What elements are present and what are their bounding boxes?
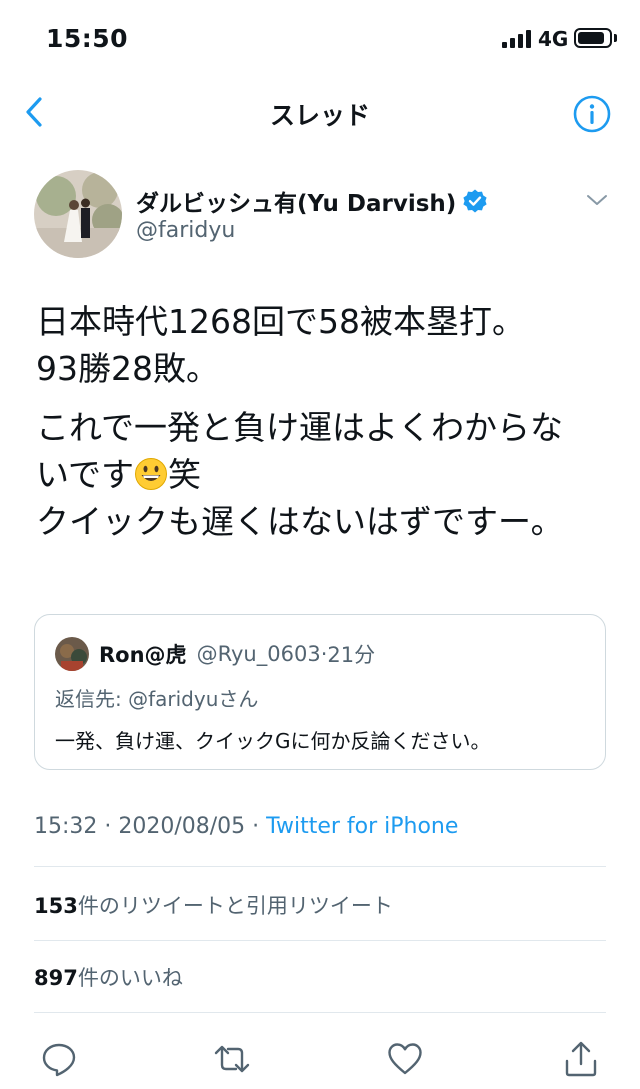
tweet-line: 93勝28敗。: [36, 349, 219, 388]
tweet-meta: 15:32 · 2020/08/05 · Twitter for iPhone: [34, 814, 458, 839]
name-row: ダルビッシュ有(Yu Darvish): [136, 184, 488, 218]
nav-title: スレッド: [269, 101, 370, 130]
tweet-line: いです: [36, 455, 135, 494]
divider: [34, 1012, 606, 1013]
chevron-down-icon[interactable]: [584, 190, 610, 210]
tweet-line: 日本時代1268回で58被本塁打。: [36, 302, 525, 341]
signal-strength-icon: [502, 30, 531, 48]
grinning-face-emoji-icon: [135, 458, 168, 490]
retweets-stat[interactable]: 153件のリツイートと引用リツイート: [34, 890, 393, 920]
nav-bar: スレッド: [0, 80, 640, 144]
quoted-handle: @Ryu_0603: [196, 642, 321, 666]
quoted-time: 21分: [327, 643, 376, 667]
likes-label: 件のいいね: [77, 966, 183, 990]
network-type: 4G: [538, 27, 569, 51]
handle[interactable]: @faridyu: [136, 218, 235, 243]
tweet-paragraph-1: 日本時代1268回で58被本塁打。 93勝28敗。: [36, 298, 606, 392]
tweet-header: ダルビッシュ有(Yu Darvish) @faridyu: [34, 168, 614, 264]
status-bar: 15:50 4G: [0, 0, 640, 80]
info-icon[interactable]: [572, 94, 612, 134]
divider: [34, 940, 606, 941]
status-time: 15:50: [46, 24, 129, 53]
quoted-tweet-card[interactable]: Ron@虎 @Ryu_0603 · 21分 返信先: @faridyuさん 一発…: [34, 614, 606, 770]
tweet-line: クイックも遅くはないはずですー。: [36, 502, 564, 541]
share-icon[interactable]: [562, 1040, 600, 1078]
tweet-line: 笑: [168, 455, 202, 494]
retweets-label: 件のリツイートと引用リツイート: [77, 894, 393, 918]
reply-icon[interactable]: [40, 1040, 78, 1078]
quoted-text: 一発、負け運、クイックGに何か反論ください。: [55, 729, 491, 753]
quoted-avatar: [55, 637, 89, 671]
verified-badge-icon: [463, 189, 487, 213]
tweet-line: これで一発と負け運はよくわからな: [36, 408, 564, 447]
tweet-paragraph-2: これで一発と負け運はよくわからな いです 笑 クイックも遅くはないはずですー。: [36, 404, 606, 545]
avatar[interactable]: [34, 170, 122, 258]
quoted-tweet-header: Ron@虎 @Ryu_0603 · 21分: [55, 637, 375, 671]
quoted-display-name: Ron@虎: [99, 643, 187, 667]
quoted-reply-to: 返信先: @faridyuさん: [55, 687, 259, 711]
like-icon[interactable]: [386, 1040, 424, 1078]
likes-count: 897: [34, 966, 78, 990]
likes-stat[interactable]: 897件のいいね: [34, 962, 183, 992]
battery-icon: [574, 28, 612, 48]
tweet-source[interactable]: Twitter for iPhone: [266, 814, 458, 839]
action-bar: [0, 1034, 640, 1084]
retweet-icon[interactable]: [213, 1040, 251, 1078]
display-name[interactable]: ダルビッシュ有(Yu Darvish): [136, 184, 456, 218]
battery-cap: [614, 34, 617, 42]
divider: [34, 866, 606, 867]
retweets-count: 153: [34, 894, 78, 918]
battery-fill: [578, 32, 604, 44]
quoted-separator: ·: [320, 642, 328, 666]
tweet-text: 日本時代1268回で58被本塁打。 93勝28敗。 これで一発と負け運はよくわか…: [36, 298, 606, 545]
tweet-timestamp: 15:32 · 2020/08/05 ·: [34, 814, 267, 839]
